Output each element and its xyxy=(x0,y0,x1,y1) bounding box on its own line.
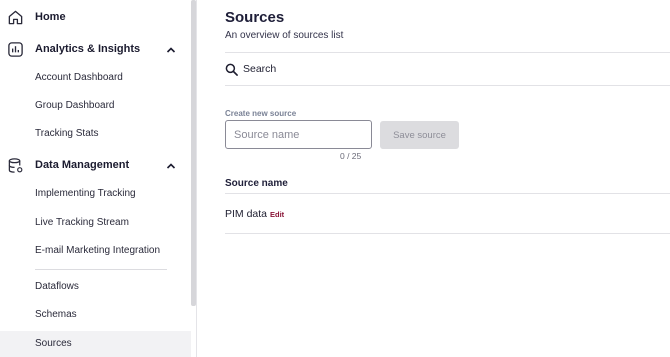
column-header-source-name: Source name xyxy=(225,178,288,189)
sidebar: Home Analytics & Insights Account Dashbo… xyxy=(0,0,197,357)
sidebar-item-tracking-stats[interactable]: Tracking Stats xyxy=(0,121,191,147)
edit-link[interactable]: Edit xyxy=(270,210,284,219)
divider xyxy=(225,52,670,53)
table-divider xyxy=(225,193,670,194)
home-icon xyxy=(8,10,23,25)
database-icon xyxy=(8,158,23,173)
char-counter: 0 / 25 xyxy=(340,151,362,161)
search-button[interactable]: Search xyxy=(225,60,345,78)
sidebar-item-label: Live Tracking Stream xyxy=(35,217,129,228)
chevron-up-icon[interactable] xyxy=(165,160,177,172)
sidebar-item-label: Analytics & Insights xyxy=(35,43,141,55)
sidebar-item-label: Data Management xyxy=(35,159,130,171)
sidebar-item-group-dashboard[interactable]: Group Dashboard xyxy=(0,93,191,119)
sidebar-item-label: Group Dashboard xyxy=(35,100,115,111)
sidebar-item-email-marketing[interactable]: E-mail Marketing Integration xyxy=(0,238,191,264)
source-name-input[interactable] xyxy=(225,120,372,149)
sidebar-item-label: Sources xyxy=(35,338,72,349)
sidebar-item-label: Tracking Stats xyxy=(35,128,99,139)
sidebar-item-label: E-mail Marketing Integration xyxy=(35,245,161,256)
sidebar-item-implementing-tracking[interactable]: Implementing Tracking xyxy=(0,181,191,207)
sidebar-item-label: Account Dashboard xyxy=(35,72,123,83)
chevron-up-icon[interactable] xyxy=(165,44,177,56)
table-divider xyxy=(225,233,670,234)
sidebar-item-label: Dataflows xyxy=(35,281,79,292)
sidebar-item-account-dashboard[interactable]: Account Dashboard xyxy=(0,65,191,91)
create-source-label: Create new source xyxy=(225,109,297,118)
sidebar-item-data-management[interactable]: Data Management xyxy=(0,152,188,180)
sidebar-item-live-tracking-stream[interactable]: Live Tracking Stream xyxy=(0,210,191,236)
save-source-button[interactable]: Save source xyxy=(380,121,459,149)
search-icon xyxy=(225,63,238,76)
sidebar-item-sources[interactable]: Sources xyxy=(0,331,191,357)
sidebar-item-label: Schemas xyxy=(35,309,77,320)
analytics-icon xyxy=(8,42,23,57)
sidebar-item-home[interactable]: Home xyxy=(0,4,188,32)
app: Home Analytics & Insights Account Dashbo… xyxy=(0,0,670,357)
search-label: Search xyxy=(243,63,277,75)
page-title: Sources xyxy=(225,9,285,26)
sidebar-item-analytics[interactable]: Analytics & Insights xyxy=(0,36,188,64)
table-row-name: PIM data xyxy=(225,208,268,220)
sidebar-item-schemas[interactable]: Schemas xyxy=(0,302,191,328)
sidebar-item-label: Home xyxy=(35,11,66,23)
sidebar-scrollbar[interactable] xyxy=(191,0,196,306)
page-subtitle: An overview of sources list xyxy=(225,30,344,41)
sidebar-item-label: Implementing Tracking xyxy=(35,188,136,199)
sidebar-divider xyxy=(35,269,167,270)
sidebar-item-dataflows[interactable]: Dataflows xyxy=(0,274,191,300)
divider xyxy=(225,85,670,86)
main-content: Sources An overview of sources list Sear… xyxy=(197,0,670,357)
